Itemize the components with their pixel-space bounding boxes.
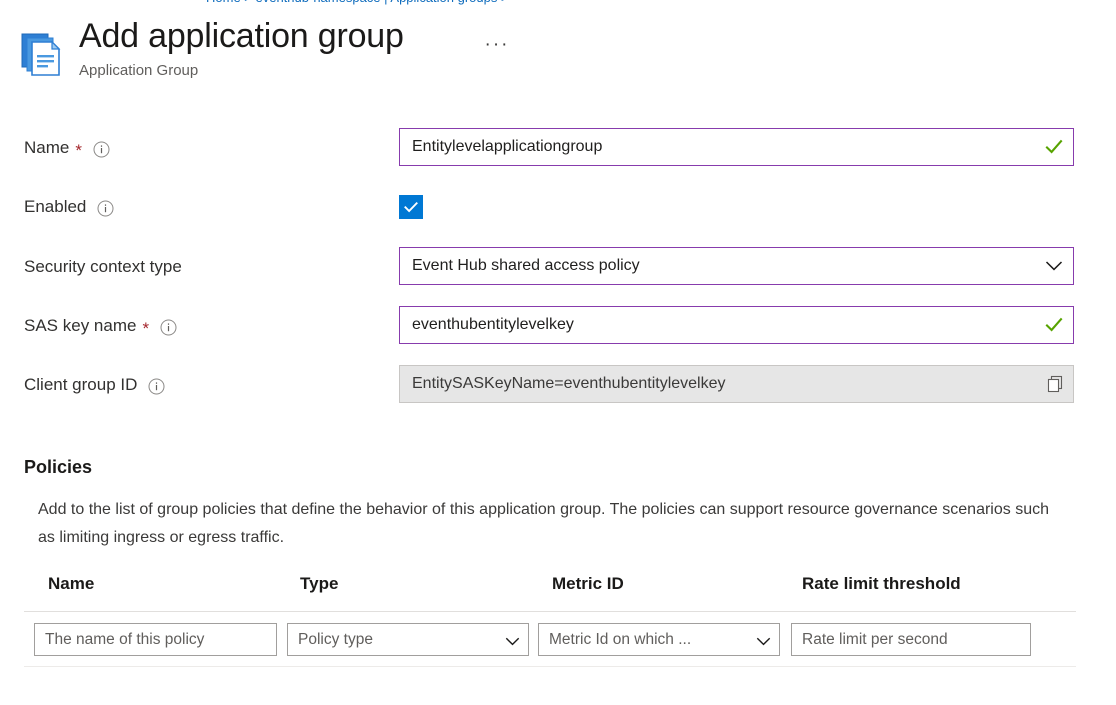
sas-key-name-input[interactable]: eventhubentitylevelkey [399, 306, 1074, 344]
form-row-security-context-type: Security context type Event Hub shared a… [0, 247, 1116, 287]
label-enabled: Enabled [24, 187, 114, 227]
policy-name-input[interactable]: The name of this policy [34, 623, 277, 656]
info-icon-name[interactable] [93, 141, 110, 158]
control-enabled [399, 187, 1074, 225]
page-header: Add application group Application Group … [0, 14, 1116, 90]
cell-rate-limit: Rate limit per second [791, 623, 1031, 656]
policies-table-header: Name Type Metric ID Rate limit threshold [24, 574, 1076, 612]
chevron-down-icon-policy-type [505, 634, 520, 645]
table-row: The name of this policy Policy type Metr… [24, 612, 1076, 667]
policies-description: Add to the list of group policies that d… [38, 496, 1050, 552]
control-name: Entitylevelapplicationgroup [399, 128, 1074, 166]
label-sas-key-name-text: SAS key name [24, 316, 136, 336]
page-title: Add application group [79, 14, 404, 58]
copy-icon[interactable] [1043, 372, 1067, 396]
name-input[interactable]: Entitylevelapplicationgroup [399, 128, 1074, 166]
client-group-id-input: EntitySASKeyName=eventhubentitylevelkey [399, 365, 1074, 403]
policies-table: Name Type Metric ID Rate limit threshold… [24, 574, 1076, 667]
security-context-type-dropdown[interactable]: Event Hub shared access policy [399, 247, 1074, 285]
policies-heading: Policies [24, 457, 92, 478]
cell-policy-type: Policy type [287, 623, 529, 656]
page-subtitle: Application Group [79, 61, 404, 81]
breadcrumb[interactable]: Home > eventhub-namespace | Application … [0, 0, 1116, 8]
application-group-icon [20, 30, 66, 78]
metric-id-dropdown[interactable]: Metric Id on which ... [538, 623, 780, 656]
form-row-sas-key-name: SAS key name * eventhubentitylevelkey [0, 306, 1116, 346]
column-header-name: Name [48, 574, 94, 594]
form-row-name: Name * Entitylevelapplicationgroup [0, 128, 1116, 168]
info-icon-client-group-id[interactable] [148, 378, 165, 395]
label-enabled-text: Enabled [24, 197, 86, 217]
column-header-metric-id: Metric ID [552, 574, 624, 594]
column-header-type: Type [300, 574, 338, 594]
breadcrumb-label: Home > eventhub-namespace | Application … [206, 0, 509, 5]
cell-policy-name: The name of this policy [34, 623, 277, 656]
form-row-enabled: Enabled [0, 187, 1116, 227]
enabled-checkbox[interactable] [399, 195, 423, 219]
info-icon-enabled[interactable] [97, 200, 114, 217]
label-client-group-id: Client group ID [24, 365, 165, 405]
header-text-block: Add application group Application Group [79, 14, 404, 81]
info-icon-sas-key-name[interactable] [160, 319, 177, 336]
cell-metric-id: Metric Id on which ... [538, 623, 780, 656]
policy-type-dropdown[interactable]: Policy type [287, 623, 529, 656]
required-indicator-sas-key-name: * [142, 320, 149, 337]
checkmark-icon [403, 199, 419, 215]
chevron-down-icon-metric-id [756, 634, 771, 645]
required-indicator-name: * [75, 142, 82, 159]
label-security-context-type-text: Security context type [24, 257, 182, 277]
label-client-group-id-text: Client group ID [24, 375, 137, 395]
rate-limit-input[interactable]: Rate limit per second [791, 623, 1031, 656]
label-sas-key-name: SAS key name * [24, 306, 177, 346]
control-sas-key-name: eventhubentitylevelkey [399, 306, 1074, 344]
more-options-button[interactable]: ··· [482, 38, 512, 62]
label-security-context-type: Security context type [24, 247, 182, 287]
control-client-group-id: EntitySASKeyName=eventhubentitylevelkey [399, 365, 1074, 403]
control-security-context-type: Event Hub shared access policy [399, 247, 1074, 285]
form-row-client-group-id: Client group ID EntitySASKeyName=eventhu… [0, 365, 1116, 405]
label-name-text: Name [24, 138, 69, 158]
label-name: Name * [24, 128, 110, 168]
column-header-rate-limit: Rate limit threshold [802, 574, 961, 594]
